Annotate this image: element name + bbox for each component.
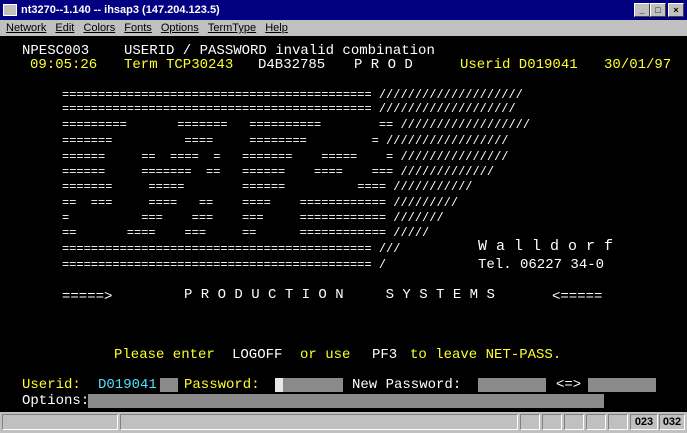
status-panel (542, 414, 562, 430)
banner-line: ========================================… (62, 242, 401, 256)
status-bar: 023 032 (0, 412, 687, 433)
arrow-right: <===== (552, 289, 603, 305)
banner-line: ========================================… (62, 102, 516, 116)
cursor-row: 023 (630, 414, 658, 430)
instruction-suffix: to leave NET-PASS. (410, 347, 562, 363)
password-field[interactable] (275, 378, 343, 392)
options-label: Options: (22, 393, 90, 409)
banner-line: = === === === ============ /////// (62, 211, 444, 225)
terminal-id: D4B32785 (258, 57, 326, 73)
status-panel (2, 414, 118, 430)
banner-line: ====== ======= == ====== ==== === //////… (62, 165, 495, 179)
userid-field-fill[interactable] (160, 378, 178, 392)
instruction-pf3: PF3 (372, 347, 398, 363)
menu-edit[interactable]: Edit (55, 20, 74, 36)
instruction-logoff: LOGOFF (232, 347, 283, 363)
date: 30/01/97 (604, 57, 672, 73)
terminal-app-icon[interactable] (3, 4, 17, 16)
menu-options[interactable]: Options (161, 20, 199, 36)
clock-time: 09:05:26 (30, 57, 98, 73)
banner-line: ========= ======= ========== == ////////… (62, 118, 531, 132)
banner-line: ======= ==== ======== = ////////////////… (62, 134, 509, 148)
arrow-left: =====> (62, 289, 113, 305)
window-title-bar[interactable]: nt3270--1.140 -- ihsap3 (147.204.123.5) … (0, 0, 687, 20)
phone-number: Tel. 06227 34-0 (478, 257, 605, 273)
terminal-label: Term TCP30243 (124, 57, 234, 73)
banner-line: ====== == ==== = ======= ===== = ///////… (62, 150, 509, 164)
error-message: USERID / PASSWORD invalid combination (124, 43, 435, 59)
options-field[interactable] (88, 394, 604, 408)
close-button[interactable]: × (668, 3, 684, 17)
walldorf-text: W a l l d o r f (478, 238, 614, 255)
banner-line: ========================================… (62, 88, 523, 102)
userid-field[interactable]: D019041 (98, 378, 157, 392)
minimize-button[interactable]: _ (634, 3, 650, 17)
status-panel (564, 414, 584, 430)
banner-line: ========================================… (62, 258, 387, 272)
maximize-button[interactable]: □ (650, 3, 666, 17)
new-password-field[interactable] (478, 378, 546, 392)
status-panel (120, 414, 518, 430)
banner-line: == ==== === == ============ ///// (62, 226, 430, 240)
status-panel (520, 414, 540, 430)
text-cursor (275, 378, 283, 392)
system-name: P R O D (354, 57, 413, 73)
panel-id: NPESC003 (22, 43, 90, 59)
terminal-screen[interactable]: NPESC003 USERID / PASSWORD invalid combi… (0, 36, 687, 412)
new-password-label: New Password: (352, 377, 462, 393)
banner-line: == === ==== == ==== ============ ///////… (62, 196, 459, 210)
userid-header: Userid D019041 (460, 57, 578, 73)
confirm-password-field[interactable] (588, 378, 656, 392)
status-panel (586, 414, 606, 430)
userid-label: Userid: (22, 377, 81, 393)
menu-colors[interactable]: Colors (83, 20, 115, 36)
instruction-prefix: Please enter (114, 347, 215, 363)
menu-network[interactable]: Network (6, 20, 46, 36)
status-panel (608, 414, 628, 430)
menu-bar: Network Edit Colors Fonts Options TermTy… (0, 20, 687, 36)
instruction-middle: or use (300, 347, 351, 363)
window-title: nt3270--1.140 -- ihsap3 (147.204.123.5) (21, 4, 220, 16)
password-label: Password: (184, 377, 260, 393)
menu-termtype[interactable]: TermType (208, 20, 256, 36)
menu-fonts[interactable]: Fonts (124, 20, 152, 36)
swap-indicator: <=> (556, 377, 582, 393)
production-systems-title: P R O D U C T I O N S Y S T E M S (184, 287, 495, 303)
banner-line: ======= ===== ====== ==== /////////// (62, 180, 473, 194)
menu-help[interactable]: Help (265, 20, 288, 36)
cursor-column: 032 (659, 414, 685, 430)
